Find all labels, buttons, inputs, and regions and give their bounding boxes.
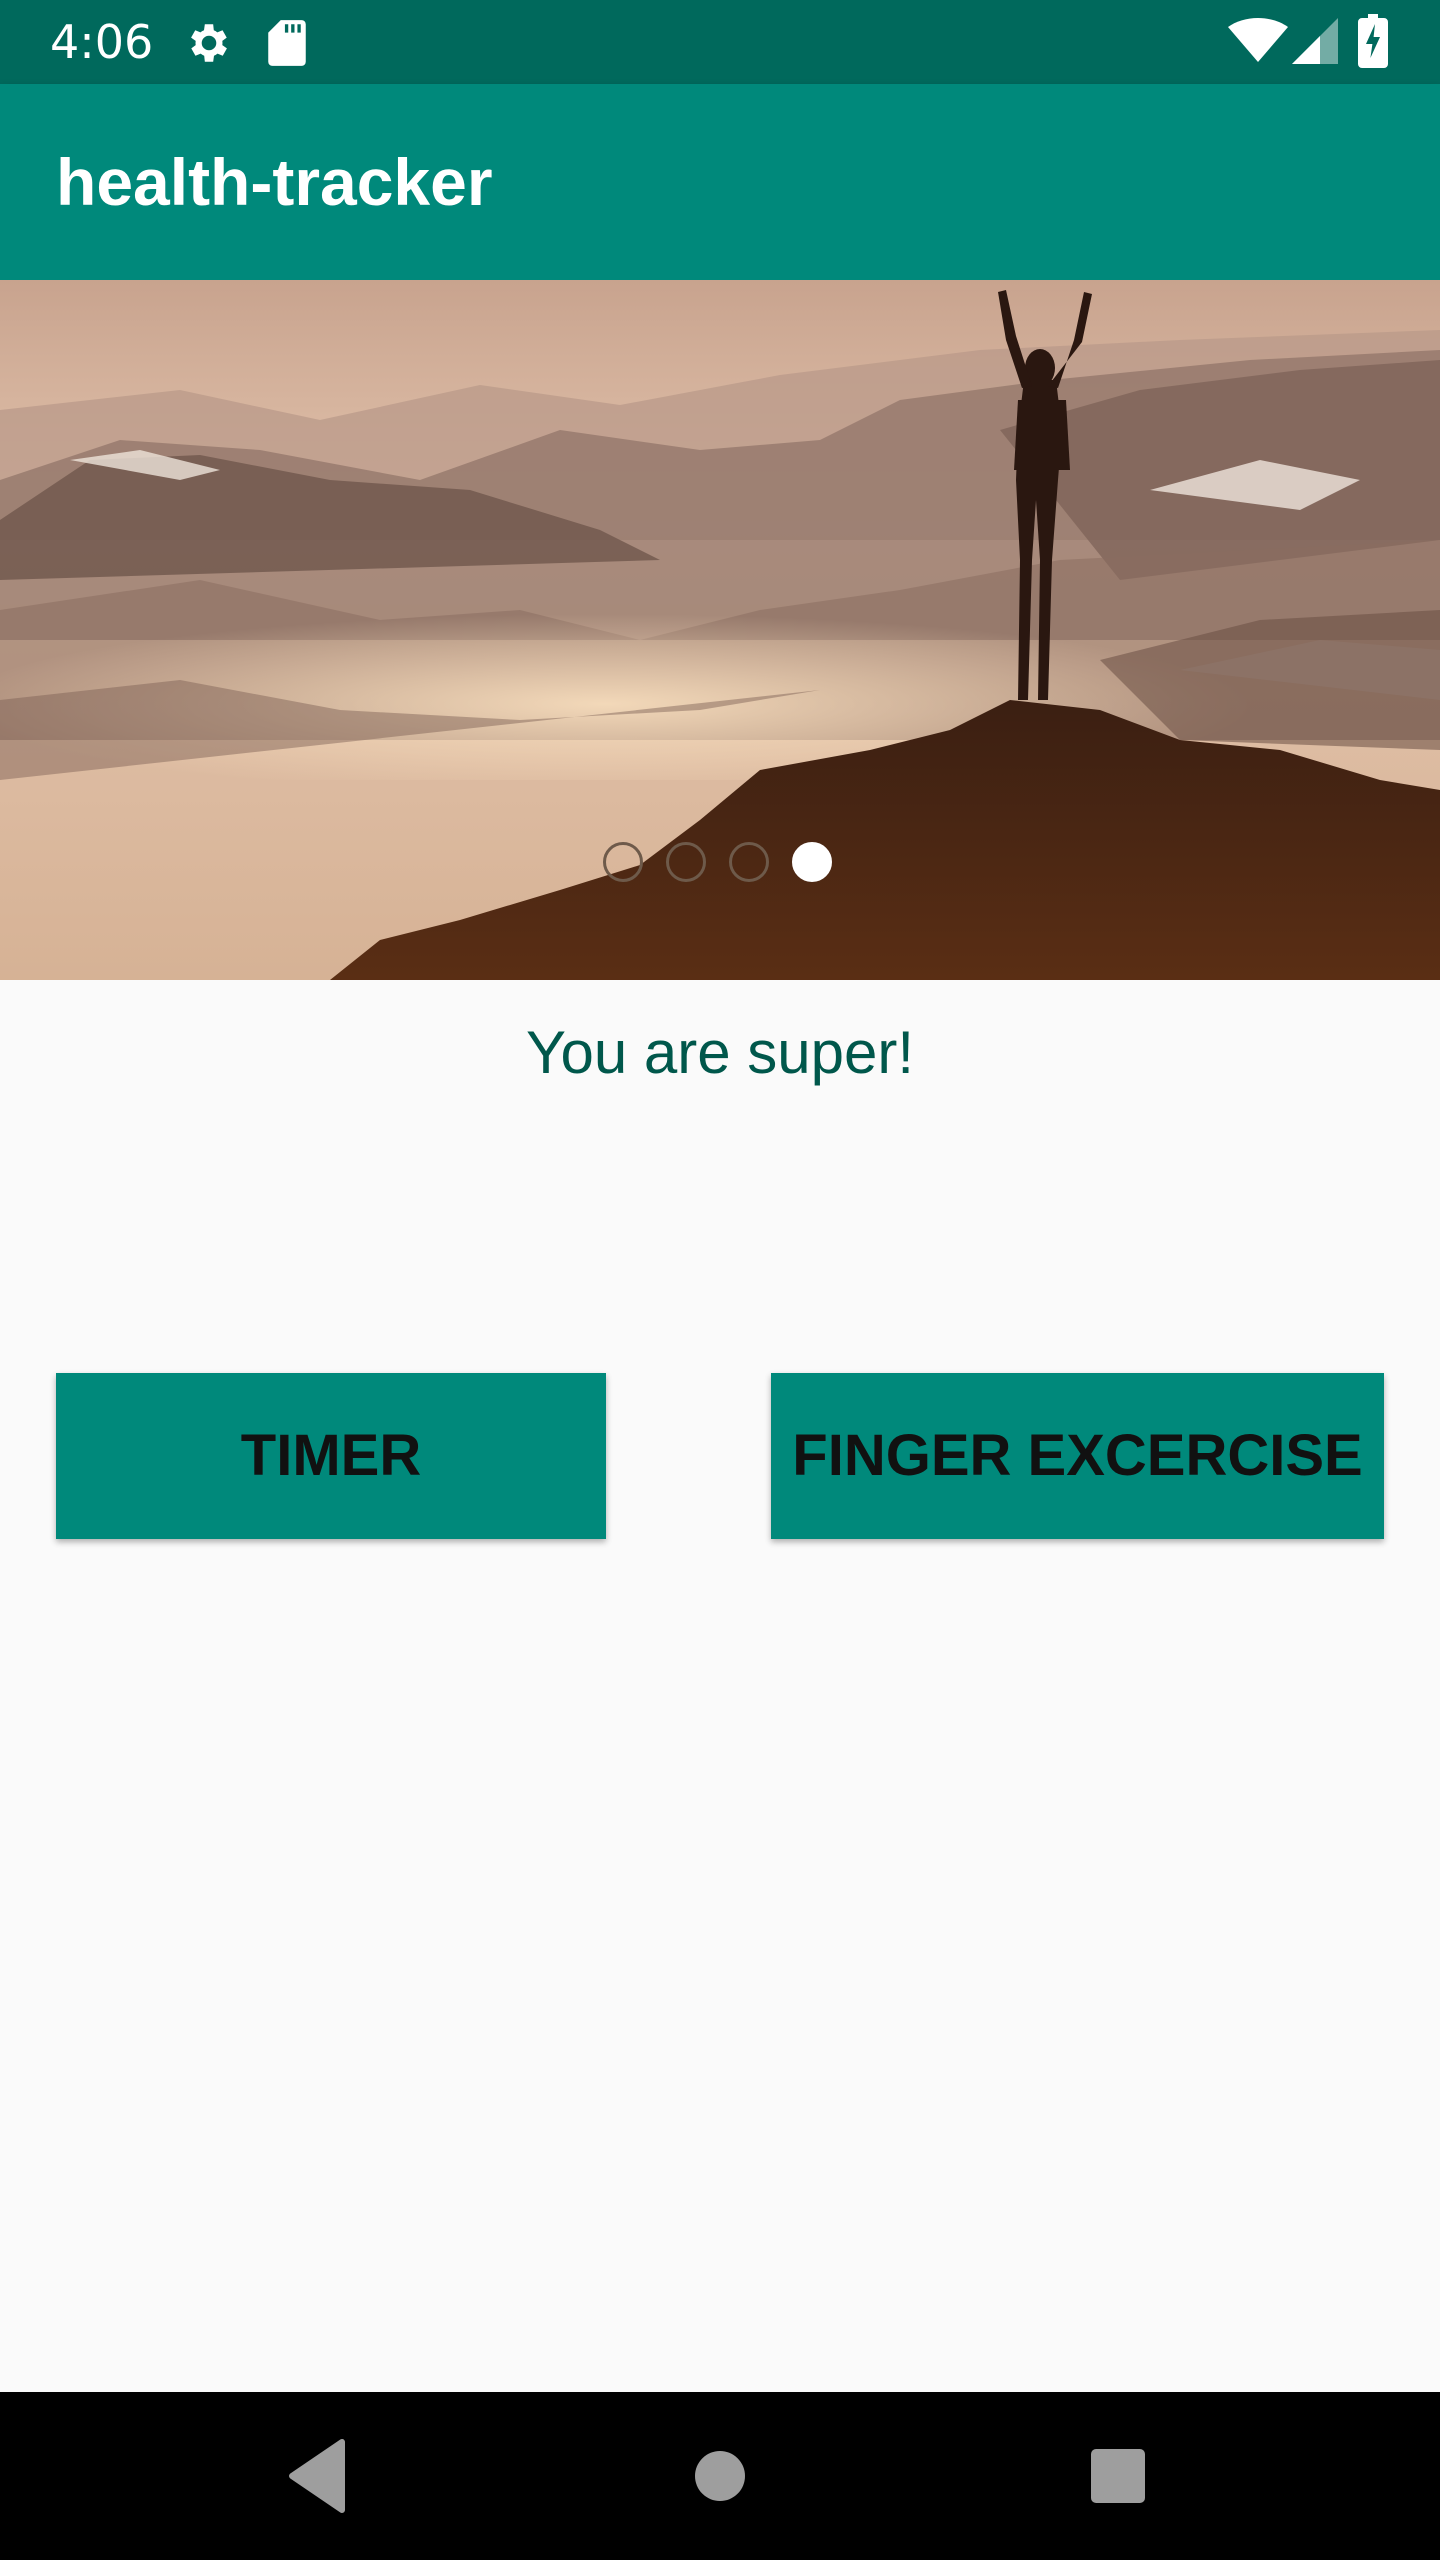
carousel-dot-2[interactable] (666, 842, 706, 882)
carousel-dot-1[interactable] (603, 842, 643, 882)
app-title: health-tracker (56, 145, 493, 219)
app-bar: health-tracker (0, 84, 1440, 280)
sd-card-icon (268, 20, 306, 66)
system-nav-bar (0, 2392, 1440, 2560)
finger-exercise-button[interactable]: FINGER EXCERCISE (771, 1373, 1384, 1539)
timer-button[interactable]: TIMER (56, 1373, 606, 1539)
carousel-dot-4[interactable] (792, 842, 832, 882)
wifi-icon (1228, 18, 1288, 62)
battery-charging-icon (1358, 14, 1388, 68)
recents-icon[interactable] (1038, 2392, 1198, 2560)
carousel-dot-3[interactable] (729, 842, 769, 882)
status-time: 4:06 (50, 15, 154, 69)
image-carousel[interactable] (0, 280, 1440, 980)
settings-gear-icon (191, 24, 227, 62)
status-bar: 4:06 (0, 0, 1440, 84)
carousel-page-indicator (600, 842, 840, 890)
back-icon[interactable] (240, 2392, 400, 2560)
home-icon[interactable] (640, 2392, 800, 2560)
motivation-message: You are super! (525, 1019, 915, 1086)
cellular-signal-icon (1292, 18, 1338, 64)
